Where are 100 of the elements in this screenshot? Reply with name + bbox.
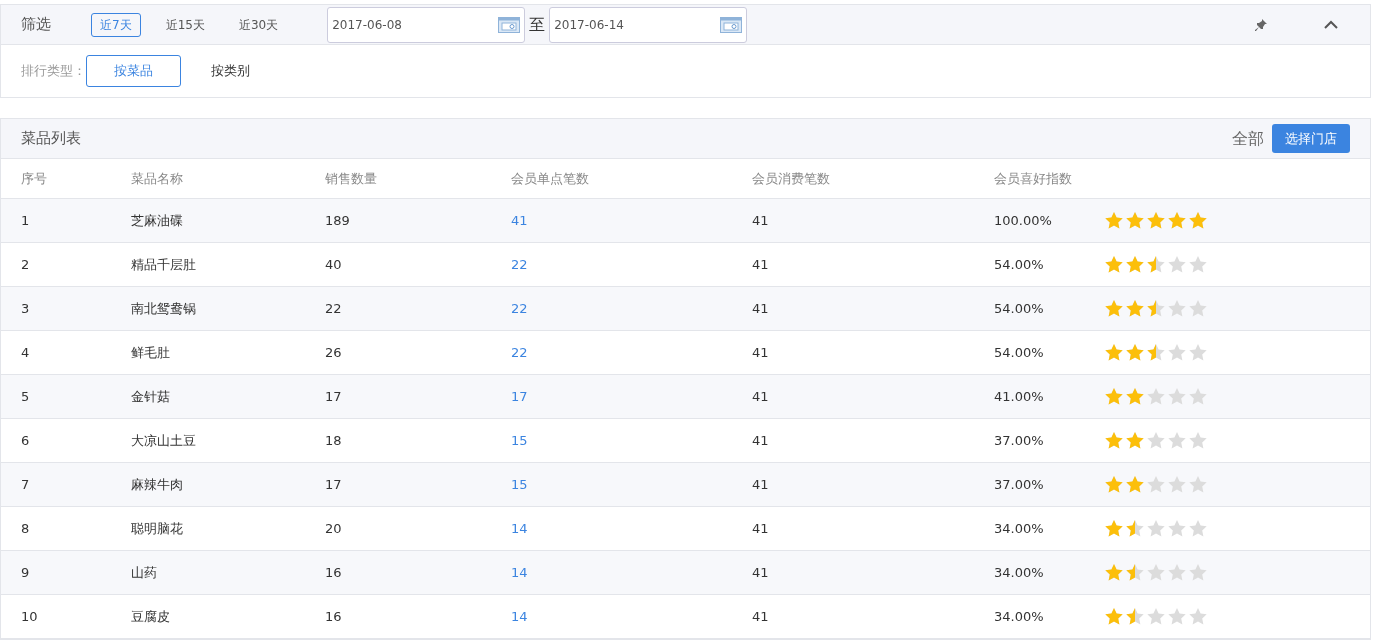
row-number: 9	[21, 563, 30, 582]
row-number: 3	[21, 299, 30, 318]
dish-name: 豆腐皮	[131, 607, 170, 626]
sales-count: 20	[325, 519, 342, 538]
star-icon	[1188, 563, 1208, 582]
column-header: 序号	[21, 169, 47, 188]
row-number: 1	[21, 211, 30, 230]
star-icon	[1188, 255, 1208, 274]
star-icon	[1188, 519, 1208, 538]
star-icon	[1104, 255, 1124, 274]
star-icon	[1167, 299, 1187, 318]
rank-type-tab[interactable]: 按菜品	[86, 55, 181, 87]
star-icon	[1167, 255, 1187, 274]
dish-name: 山药	[131, 563, 157, 582]
sales-count: 17	[325, 387, 342, 406]
star-icon	[1125, 387, 1145, 406]
star-icon	[1188, 299, 1208, 318]
member-order-count: 41	[752, 607, 769, 626]
date-field[interactable]: 2017-06-08	[327, 6, 526, 43]
member-order-count: 41	[752, 475, 769, 494]
member-order-count: 41	[752, 211, 769, 230]
member-single-count[interactable]: 15	[511, 430, 528, 451]
star-icon	[1167, 431, 1187, 450]
dish-name: 精品千层肚	[131, 255, 196, 274]
member-order-count: 41	[752, 255, 769, 274]
store-scope: 全部	[1232, 127, 1264, 150]
star-icon	[1188, 211, 1208, 230]
preference-index: 34.00%	[994, 519, 1044, 538]
star-icon	[1167, 563, 1187, 582]
list-title: 菜品列表	[21, 128, 81, 150]
star-icon	[1146, 519, 1166, 538]
star-icon	[1188, 475, 1208, 494]
column-header: 会员消费笔数	[752, 169, 830, 188]
star-icon	[1146, 475, 1166, 494]
member-single-count[interactable]: 22	[511, 342, 528, 363]
member-order-count: 41	[752, 431, 769, 450]
dish-name: 南北鸳鸯锅	[131, 299, 196, 318]
date-range-tab[interactable]: 近30天	[229, 12, 288, 37]
star-icon	[1167, 387, 1187, 406]
star-icon	[1188, 343, 1208, 362]
row-number: 6	[21, 431, 30, 450]
row-number: 2	[21, 255, 30, 274]
star-icon	[1125, 343, 1145, 362]
preference-index: 37.00%	[994, 475, 1044, 494]
preference-index: 34.00%	[994, 563, 1044, 582]
star-icon	[1167, 211, 1187, 230]
collapse-icon[interactable]	[1324, 20, 1338, 29]
star-icon	[1104, 387, 1124, 406]
member-single-count[interactable]: 14	[511, 562, 528, 583]
star-icon	[1146, 563, 1166, 582]
preference-index: 54.00%	[994, 343, 1044, 362]
dish-name: 芝麻油碟	[131, 211, 183, 230]
dish-name: 麻辣牛肉	[131, 475, 183, 494]
star-icon	[1104, 607, 1124, 626]
star-icon	[1104, 431, 1124, 450]
row-number: 8	[21, 519, 30, 538]
star-icon	[1125, 431, 1145, 450]
star-icon	[1104, 343, 1124, 362]
preference-index: 54.00%	[994, 299, 1044, 318]
column-header: 会员喜好指数	[994, 169, 1072, 188]
date-range-tab[interactable]: 近15天	[156, 12, 214, 37]
preference-index: 37.00%	[994, 431, 1044, 450]
dish-name: 金针菇	[131, 387, 170, 406]
star-icon	[1125, 211, 1145, 230]
row-number: 4	[21, 343, 30, 362]
sales-count: 189	[325, 211, 350, 230]
preference-index: 100.00%	[994, 211, 1052, 230]
star-icon	[1188, 607, 1208, 626]
member-single-count[interactable]: 14	[511, 518, 528, 539]
member-order-count: 41	[752, 563, 769, 582]
date-field[interactable]: 2017-06-14	[549, 6, 748, 43]
rank-type-label: 排行类型：	[21, 62, 86, 81]
row-number: 10	[21, 607, 38, 626]
star-icon	[1125, 607, 1145, 626]
row-number: 5	[21, 387, 30, 406]
pin-icon[interactable]	[1254, 17, 1268, 32]
sales-count: 18	[325, 431, 342, 450]
member-order-count: 41	[752, 299, 769, 318]
sales-count: 26	[325, 343, 342, 362]
star-icon	[1104, 475, 1124, 494]
member-single-count[interactable]: 17	[511, 386, 528, 407]
star-icon	[1188, 431, 1208, 450]
dish-name: 大凉山土豆	[131, 431, 196, 450]
sales-count: 16	[325, 563, 342, 582]
date-separator: 至	[529, 13, 546, 36]
column-header: 菜品名称	[131, 169, 183, 188]
member-single-count[interactable]: 22	[511, 254, 528, 275]
member-single-count[interactable]: 14	[511, 606, 528, 627]
sales-count: 17	[325, 475, 342, 494]
star-icon	[1125, 255, 1145, 274]
member-single-count[interactable]: 41	[511, 210, 528, 231]
member-single-count[interactable]: 22	[511, 298, 528, 319]
date-range-tab[interactable]: 近7天	[91, 12, 141, 37]
member-single-count[interactable]: 15	[511, 474, 528, 495]
star-icon	[1188, 387, 1208, 406]
star-icon	[1104, 211, 1124, 230]
select-store-button[interactable]: 选择门店	[1272, 123, 1350, 154]
star-icon	[1146, 343, 1166, 362]
star-icon	[1104, 299, 1124, 318]
rank-type-tab[interactable]: 按类别	[183, 55, 278, 87]
